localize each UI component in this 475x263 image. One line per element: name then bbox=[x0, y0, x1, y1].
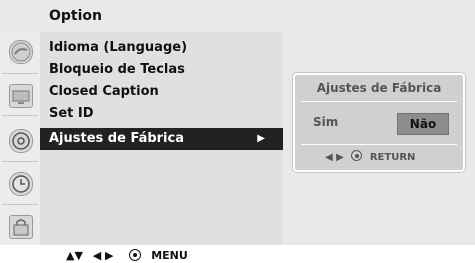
menu-item-set-id[interactable]: Set ID bbox=[49, 106, 94, 121]
ok-button-icon bbox=[351, 150, 363, 161]
menu-item-language[interactable]: Idioma (Language) bbox=[49, 40, 187, 55]
category-icon-rail bbox=[0, 32, 40, 245]
menu-item-label: Set ID bbox=[49, 106, 94, 121]
cd-icon[interactable] bbox=[9, 129, 33, 153]
dialog-divider bbox=[301, 144, 457, 145]
picture-icon[interactable] bbox=[9, 40, 33, 64]
tv-menu-screen: Option Idioma (Language) Bloqueio de Tec… bbox=[0, 0, 475, 263]
menu-item-label: Bloqueio de Teclas bbox=[49, 62, 185, 77]
left-right-arrows-icon: ◀ ▶ bbox=[92, 249, 114, 262]
menu-item-label: Closed Caption bbox=[49, 84, 159, 99]
up-down-arrows-icon: ▲▼ bbox=[66, 249, 83, 262]
rail-divider bbox=[2, 161, 38, 162]
menu-hint: MENU bbox=[151, 249, 188, 262]
submenu-arrow-icon: ▶ bbox=[257, 133, 265, 144]
rail-divider bbox=[2, 115, 38, 116]
yes-option[interactable]: Sim bbox=[313, 115, 338, 129]
ok-button-icon bbox=[129, 249, 142, 261]
menu-item-label: Ajustes de Fábrica bbox=[49, 131, 184, 146]
menu-item-label: Idioma (Language) bbox=[49, 40, 188, 55]
dialog-divider bbox=[301, 101, 457, 102]
rail-divider bbox=[2, 204, 38, 205]
navigation-hint-bar: ▲▼ ◀ ▶ MENU bbox=[0, 245, 475, 263]
option-menu-panel: Idioma (Language) Bloqueio de Teclas Clo… bbox=[40, 32, 283, 245]
dialog-title: Ajustes de Fábrica bbox=[316, 81, 442, 95]
menu-item-factory-reset[interactable]: Ajustes de Fábrica ▶ bbox=[40, 128, 283, 150]
screen-icon[interactable] bbox=[9, 84, 33, 108]
clock-icon[interactable] bbox=[9, 172, 33, 196]
no-option[interactable]: Não bbox=[397, 113, 449, 135]
dialog-hint-bar: ◀ ▶ RETURN bbox=[325, 150, 415, 163]
menu-item-closed-caption[interactable]: Closed Caption bbox=[49, 84, 159, 99]
left-right-arrows-icon: ◀ ▶ bbox=[325, 152, 344, 163]
factory-reset-dialog: Ajustes de Fábrica Sim Não ◀ ▶ RETURN bbox=[293, 73, 465, 172]
lock-icon[interactable] bbox=[9, 215, 33, 239]
header-bar: Option bbox=[0, 0, 475, 32]
return-hint: RETURN bbox=[369, 152, 416, 163]
menu-item-key-lock[interactable]: Bloqueio de Teclas bbox=[49, 62, 185, 77]
rail-divider bbox=[2, 73, 38, 74]
page-title: Option bbox=[49, 8, 102, 24]
